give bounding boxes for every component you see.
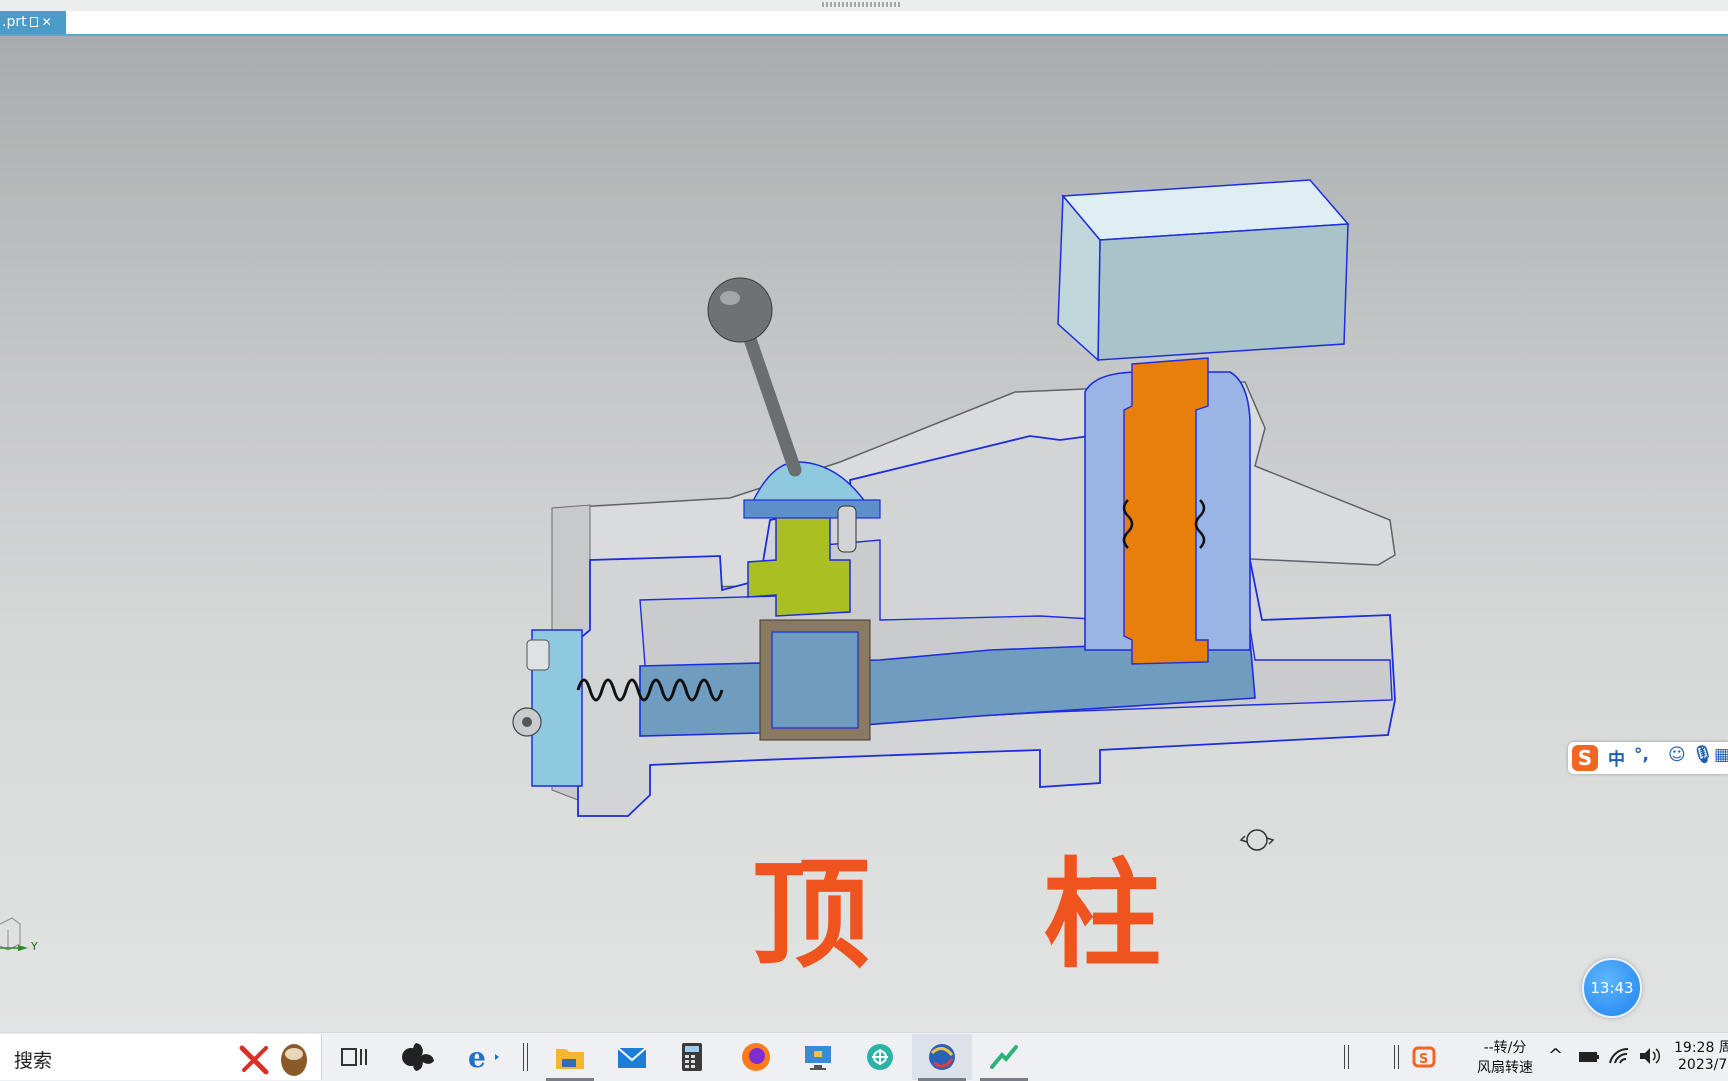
ball-highlight xyxy=(720,291,740,305)
close-icon[interactable]: ✕ xyxy=(42,15,52,29)
fan-icon[interactable] xyxy=(398,1039,434,1075)
clock-time[interactable]: 19:28 周 xyxy=(1674,1037,1728,1057)
wifi-icon[interactable] xyxy=(1608,1045,1630,1067)
file-explorer-icon[interactable] xyxy=(552,1039,588,1075)
taskbar-separator xyxy=(1344,1045,1349,1069)
svg-text:e: e xyxy=(468,1041,486,1074)
ime-toolbar[interactable]: S 中 °, ☺ 🎙 ▦ xyxy=(1568,742,1728,774)
window-top-strip xyxy=(0,0,1728,11)
battery-icon[interactable] xyxy=(1578,1047,1600,1067)
edge-browser-icon[interactable]: e xyxy=(464,1039,500,1075)
taskbar-separator xyxy=(1394,1045,1399,1069)
emoji-icon[interactable]: ☺ xyxy=(1668,745,1686,765)
microphone-icon[interactable]: 🎙 xyxy=(1692,745,1714,765)
cad-app-icon[interactable] xyxy=(924,1039,960,1075)
cap-flange xyxy=(743,499,881,519)
fan-speed-value: --转/分 xyxy=(1483,1040,1527,1056)
chevron-up-icon[interactable]: ^ xyxy=(1548,1045,1563,1066)
keyboard-icon[interactable]: ▦ xyxy=(1714,745,1728,765)
calculator-icon[interactable] xyxy=(674,1039,710,1075)
search-label: 搜索 xyxy=(14,1050,53,1072)
end-screw xyxy=(526,639,550,671)
firefox-icon[interactable] xyxy=(738,1039,774,1075)
clock-date[interactable]: 2023/7 xyxy=(1678,1057,1727,1073)
document-icon xyxy=(29,17,38,27)
recording-timer[interactable]: 13:43 xyxy=(1582,958,1642,1018)
search-highlight-icon xyxy=(239,1044,307,1076)
task-view-icon[interactable] xyxy=(336,1039,372,1075)
sogou-tray-icon[interactable]: S xyxy=(1406,1039,1442,1075)
tab-label: .prt xyxy=(2,14,27,30)
network-icon[interactable] xyxy=(862,1039,898,1075)
pin xyxy=(837,505,857,553)
rotate-cursor-icon xyxy=(1239,829,1275,851)
tab-part-file[interactable]: .prt ✕ xyxy=(0,11,66,34)
pen-app-icon[interactable] xyxy=(986,1039,1022,1075)
ime-mode-toggle[interactable]: 中 xyxy=(1608,745,1625,770)
fan-speed-label: 风扇转速 xyxy=(1477,1060,1533,1076)
svg-text:S: S xyxy=(1419,1052,1428,1067)
caption-title: 顶 柱 xyxy=(752,846,1228,984)
knob-hole xyxy=(522,717,532,727)
top-block-front xyxy=(1097,223,1349,361)
y-axis-label: Y xyxy=(31,940,38,953)
lever-ball xyxy=(707,277,773,343)
bushing-bore xyxy=(771,631,859,729)
remote-desktop-icon[interactable] xyxy=(800,1039,836,1075)
sogou-ime-icon[interactable]: S xyxy=(1572,745,1598,771)
cad-viewport[interactable]: Y 顶 柱 13:43 xyxy=(0,36,1728,1032)
plunger-column xyxy=(1123,357,1209,665)
taskbar: 搜索 e S --转/分 风扇转速 ^ 19:28 周 2023/7 xyxy=(0,1032,1728,1081)
taskbar-search[interactable]: 搜索 xyxy=(0,1034,322,1080)
ime-punctuation-toggle[interactable]: °, xyxy=(1634,745,1649,765)
taskbar-separator xyxy=(523,1043,528,1071)
drag-grip-icon[interactable] xyxy=(822,2,902,7)
document-tab-bar: .prt ✕ xyxy=(0,11,1728,36)
mail-icon[interactable] xyxy=(614,1039,650,1075)
axis-triad xyxy=(0,917,21,951)
volume-icon[interactable] xyxy=(1638,1045,1662,1067)
